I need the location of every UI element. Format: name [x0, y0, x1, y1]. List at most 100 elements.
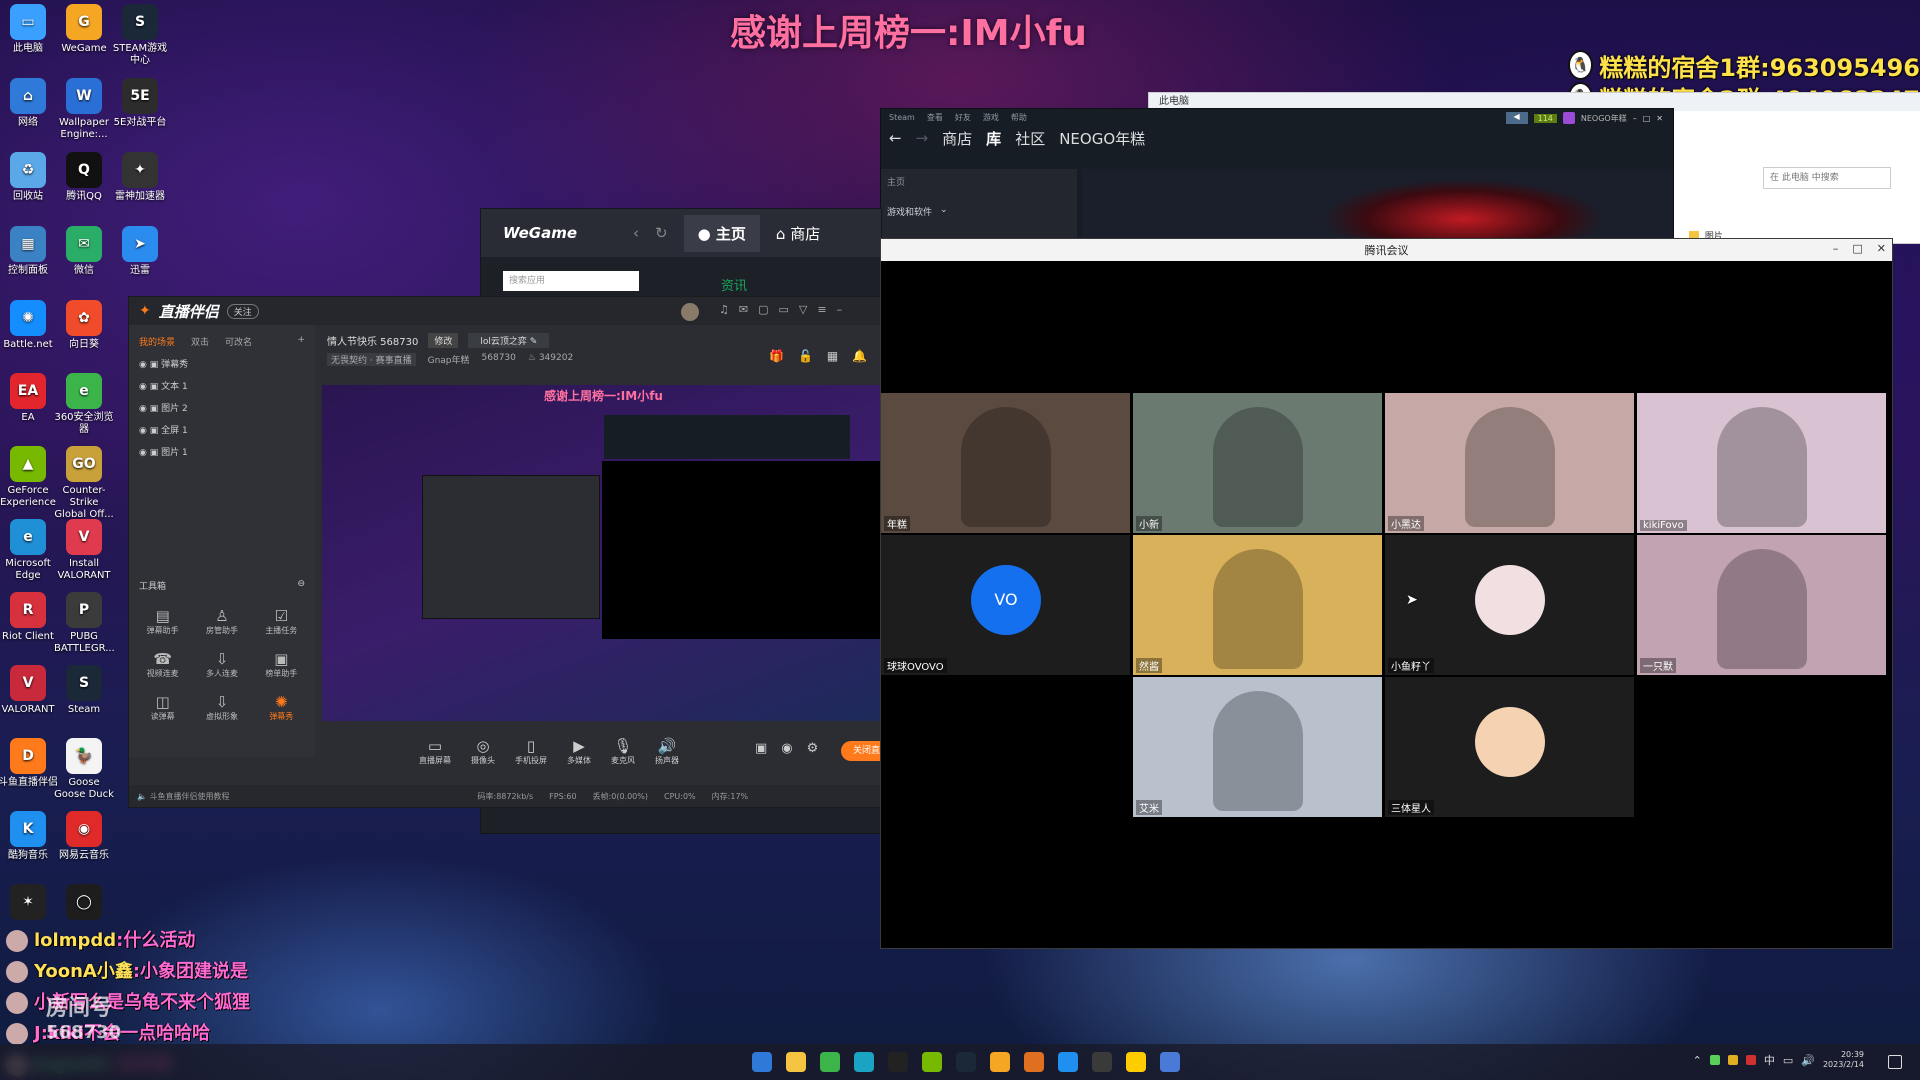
desktop-icon[interactable]: W Wallpaper Engine:...: [54, 78, 114, 141]
tool-danmu-show[interactable]: ✺ 弹幕秀: [252, 693, 311, 722]
ime-indicator[interactable]: 中: [1764, 1052, 1775, 1068]
tray-app-icon[interactable]: [1727, 1055, 1738, 1065]
desktop-icon[interactable]: e Microsoft Edge: [0, 519, 58, 582]
steam-menu-item[interactable]: 好友: [955, 112, 971, 123]
lock-icon[interactable]: ▣: [150, 426, 159, 436]
tool-video-link[interactable]: ☎ 视频连麦: [133, 650, 192, 679]
participant-tile[interactable]: 小新: [1133, 393, 1382, 533]
steam-home-label[interactable]: 主页: [881, 169, 1077, 197]
desktop-icon[interactable]: ✺ Battle.net: [0, 300, 58, 351]
back-arrow-icon[interactable]: ‹: [633, 224, 639, 242]
layout-icon[interactable]: ▦: [827, 349, 838, 363]
refresh-icon[interactable]: ↻: [655, 224, 668, 242]
steam-broadcast-icon[interactable]: ◀: [1505, 112, 1528, 124]
back-arrow-icon[interactable]: ←: [889, 129, 902, 147]
tool-rank-helper[interactable]: ▣ 榜单助手: [252, 650, 311, 679]
tool-microphone[interactable]: 🎙 麦克风: [611, 737, 635, 766]
desktop-icon[interactable]: ⌂ 网络: [0, 78, 58, 129]
wegame-news-tab[interactable]: 资讯: [721, 275, 747, 294]
desktop-icon[interactable]: P PUBG BATTLEGR...: [54, 592, 115, 655]
desktop-icon[interactable]: S STEAM游戏中心: [110, 4, 170, 67]
mail-icon[interactable]: ✉: [739, 303, 748, 316]
headset-icon[interactable]: ♫: [719, 303, 729, 316]
tool-multi-link[interactable]: ⇩ 多人连麦: [192, 650, 251, 679]
participant-tile[interactable]: 艾米: [1133, 677, 1382, 817]
douyu-avatar[interactable]: [681, 303, 699, 321]
tool-read-danmu[interactable]: ◫ 读弹幕: [133, 693, 192, 722]
tutorial-link[interactable]: 🔈 斗鱼直播伴侣使用教程: [137, 791, 230, 802]
taskbar-app-icon[interactable]: [1058, 1052, 1078, 1072]
explorer-search[interactable]: 在 此电脑 中搜索: [1763, 167, 1891, 189]
desktop-icon[interactable]: V VALORANT: [0, 665, 58, 716]
desktop-icon[interactable]: ▦ 控制面板: [0, 226, 58, 277]
gift-icon[interactable]: 🎁: [769, 349, 784, 363]
tool-phone-cast[interactable]: ▯ 手机投屏: [515, 737, 547, 766]
tool-room-admin[interactable]: ♙ 房管助手: [192, 607, 251, 636]
desktop-icon[interactable]: ✦ 雷神加速器: [110, 152, 170, 203]
steam-filter-dropdown[interactable]: 游戏和软件 ⌄: [881, 205, 1077, 218]
wegame-search[interactable]: 搜索应用: [503, 271, 639, 291]
close-icon[interactable]: ✕: [1656, 114, 1663, 123]
desktop-icon[interactable]: e 360安全浏览器: [54, 373, 114, 436]
desktop-icon[interactable]: ✿ 向日葵: [54, 300, 114, 351]
desktop-icon[interactable]: Q 腾讯QQ: [54, 152, 114, 203]
participant-tile[interactable]: 小鱼籽丫: [1385, 535, 1634, 675]
desktop-icon[interactable]: 🦆 Goose Goose Duck: [54, 738, 114, 801]
lock-icon[interactable]: 🔓: [798, 349, 813, 363]
add-scene-icon[interactable]: +: [297, 335, 305, 348]
taskbar-app-icon[interactable]: [854, 1052, 874, 1072]
eye-icon[interactable]: ◉: [139, 382, 147, 392]
sub-category[interactable]: 无畏契约 · 赛事直播: [327, 353, 416, 366]
desktop-icon[interactable]: V Install VALORANT: [54, 519, 114, 582]
taskbar-app-icon[interactable]: [990, 1052, 1010, 1072]
taskbar-app-icon[interactable]: [1092, 1052, 1112, 1072]
category-field[interactable]: lol云顶之弈 ✎: [468, 333, 550, 348]
participant-tile[interactable]: kikiFovo: [1637, 393, 1886, 533]
maximize-icon[interactable]: □: [1643, 114, 1651, 123]
tool-danmu-helper[interactable]: ▤ 弹幕助手: [133, 607, 192, 636]
network-icon[interactable]: ▭: [1783, 1054, 1793, 1067]
eye-icon[interactable]: ◉: [139, 426, 147, 436]
steam-nav-profile[interactable]: NEOGO年糕: [1059, 128, 1145, 149]
desktop-icon[interactable]: ◉ 网易云音乐: [54, 811, 114, 862]
steam-avatar[interactable]: [1562, 112, 1575, 124]
stop-stream-button[interactable]: 关闭直播: [841, 741, 881, 761]
minimize-icon[interactable]: –: [837, 303, 843, 316]
steam-nav-community[interactable]: 社区: [1015, 128, 1045, 149]
source-item[interactable]: ◉ ▣ 图片 2: [139, 398, 315, 420]
tool-tasks[interactable]: ☑ 主播任务: [252, 607, 311, 636]
tool-virtual-avatar[interactable]: ⇩ 虚拟形象: [192, 693, 251, 722]
desktop-icon[interactable]: EA EA: [0, 373, 58, 424]
notification-icon[interactable]: [1888, 1055, 1902, 1069]
taskbar-app-icon[interactable]: [786, 1052, 806, 1072]
menu-icon[interactable]: ≡: [817, 303, 826, 316]
participant-tile[interactable]: 年糕: [881, 393, 1130, 533]
taskbar-app-icon[interactable]: [922, 1052, 942, 1072]
tool-speaker[interactable]: 🔊 扬声器: [655, 737, 679, 766]
maximize-icon[interactable]: □: [1852, 242, 1862, 255]
source-item[interactable]: ◉ ▣ 文本 1: [139, 376, 315, 398]
lock-icon[interactable]: ▣: [150, 448, 159, 458]
gear-icon[interactable]: ⚙: [807, 741, 819, 756]
steam-nav-store[interactable]: 商店: [942, 128, 972, 149]
desktop-icon[interactable]: R Riot Client: [0, 592, 58, 643]
forward-arrow-icon[interactable]: →: [916, 129, 929, 147]
scene-tab-rename[interactable]: 可改名: [225, 335, 252, 348]
volume-icon[interactable]: 🔊: [1801, 1054, 1815, 1067]
lock-icon[interactable]: ▣: [150, 360, 159, 370]
desktop-icon[interactable]: ◯: [54, 884, 114, 923]
scene-tab-double[interactable]: 双击: [191, 335, 209, 348]
source-item[interactable]: ◉ ▣ 图片 1: [139, 442, 315, 464]
steam-menu-item[interactable]: 游戏: [983, 112, 999, 123]
desktop-icon[interactable]: ➤ 迅雷: [110, 226, 170, 277]
desktop-icon[interactable]: ✉ 微信: [54, 226, 114, 277]
source-item[interactable]: ◉ ▣ 弹幕秀: [139, 354, 315, 376]
taskbar-app-icon[interactable]: [820, 1052, 840, 1072]
eye-icon[interactable]: ◉: [139, 404, 147, 414]
steam-nav-library[interactable]: 库: [986, 128, 1001, 149]
taskbar-app-icon[interactable]: [1024, 1052, 1044, 1072]
bell-icon[interactable]: 🔔: [852, 349, 867, 363]
chevron-up-icon[interactable]: ⌃: [1693, 1054, 1702, 1067]
taskbar-app-icon[interactable]: [1126, 1052, 1146, 1072]
close-icon[interactable]: ✕: [1877, 242, 1886, 255]
